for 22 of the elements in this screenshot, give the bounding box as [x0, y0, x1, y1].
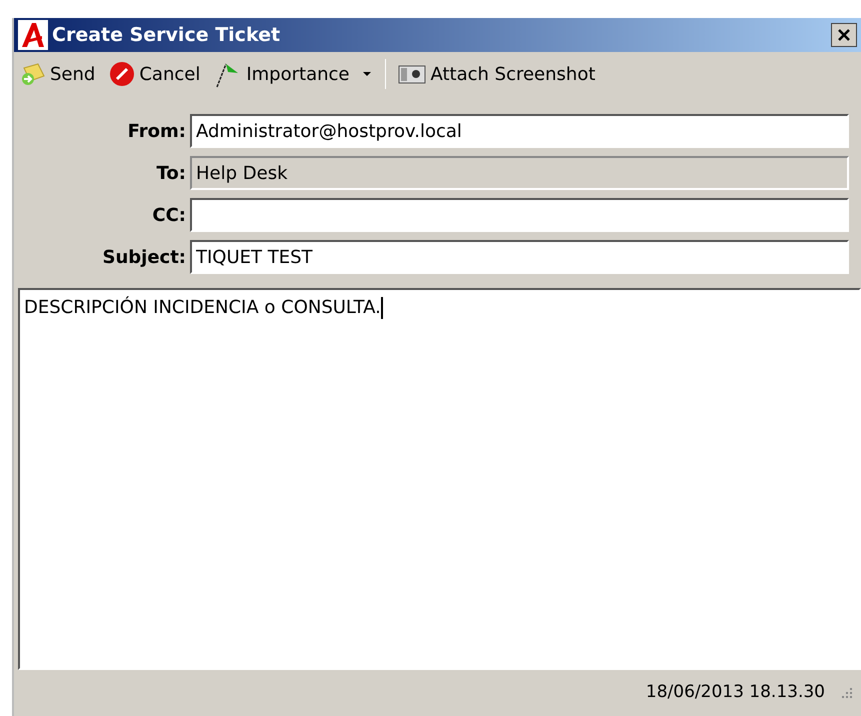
window-title: Create Service Ticket	[52, 22, 280, 48]
screenshot-button[interactable]: Attach Screenshot	[396, 58, 598, 90]
input-field[interactable]	[190, 198, 849, 232]
close-icon	[836, 27, 852, 43]
caret-icon	[361, 70, 374, 78]
envelope-icon	[20, 62, 46, 86]
input-field[interactable]: TIQUET TEST	[190, 240, 849, 274]
input-field[interactable]: Administrator@hostprov.local	[190, 114, 849, 148]
field-label: Subject:	[101, 246, 187, 270]
send-button[interactable]: Send	[18, 58, 98, 90]
app-logo-icon	[18, 20, 48, 50]
cancel-button[interactable]: Cancel	[107, 58, 202, 90]
field-label: CC:	[151, 204, 187, 228]
importance-button[interactable]: Importance	[212, 58, 376, 90]
timestamp: 18/06/2013 18.13.30	[646, 681, 825, 704]
close-button[interactable]	[831, 23, 857, 47]
resize-grip-icon[interactable]	[839, 686, 853, 700]
camera-icon	[398, 63, 426, 85]
description-text-area[interactable]: DESCRIPCIÓN INCIDENCIA o CONSULTA.	[18, 288, 861, 670]
field-label: To:	[156, 162, 187, 186]
no-entry-icon	[109, 61, 136, 87]
field-label: From:	[126, 120, 187, 144]
